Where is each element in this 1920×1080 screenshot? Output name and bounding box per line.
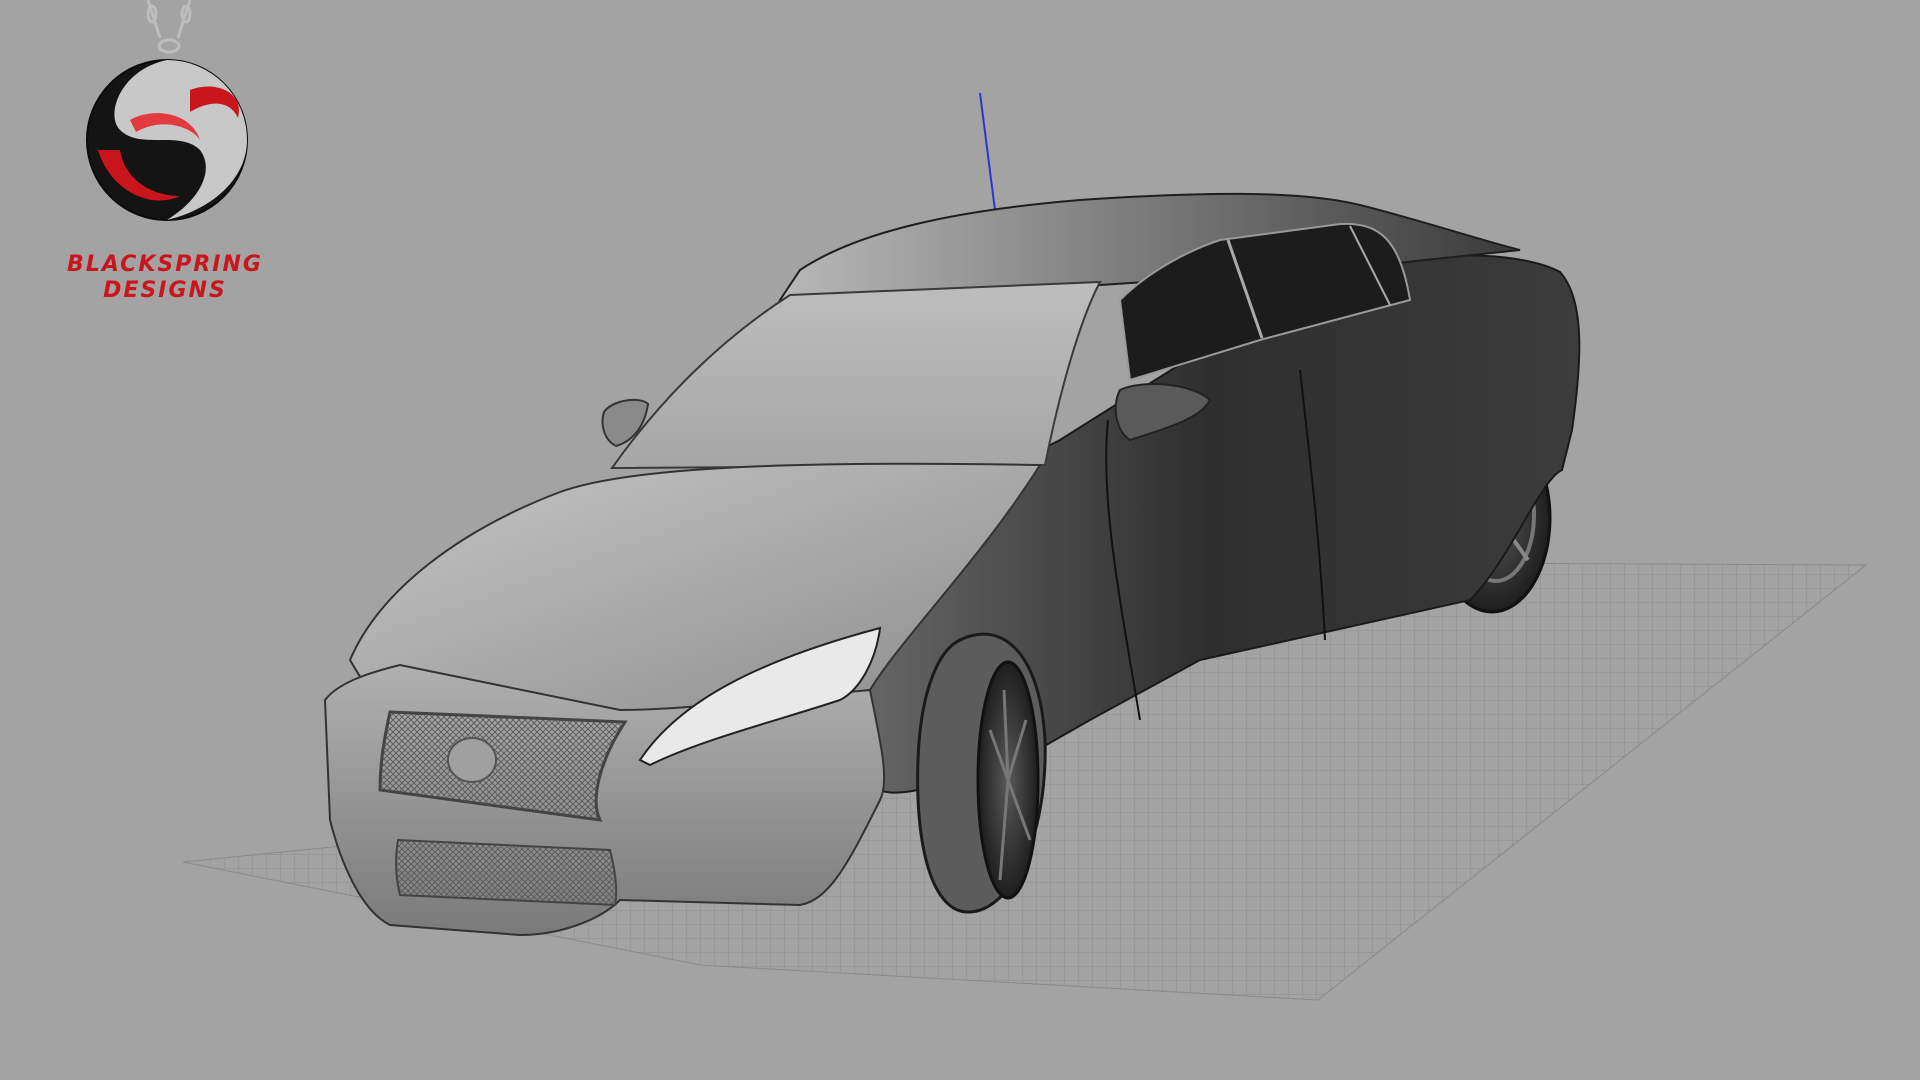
z-axis-line (979, 92, 997, 219)
brand-badge (447, 737, 497, 783)
brand-name-line-1: BLACKSPRING (67, 252, 263, 277)
brand-name-line-2: DESIGNS (103, 278, 227, 303)
lower-intake (394, 838, 618, 907)
brand-logo: BLACKSPRING DESIGNS (40, 0, 300, 310)
3d-viewport[interactable]: BLACKSPRING DESIGNS (0, 0, 1920, 1080)
chain-icon (146, 0, 192, 54)
windshield (610, 280, 1102, 470)
s-emblem-icon (86, 0, 248, 221)
